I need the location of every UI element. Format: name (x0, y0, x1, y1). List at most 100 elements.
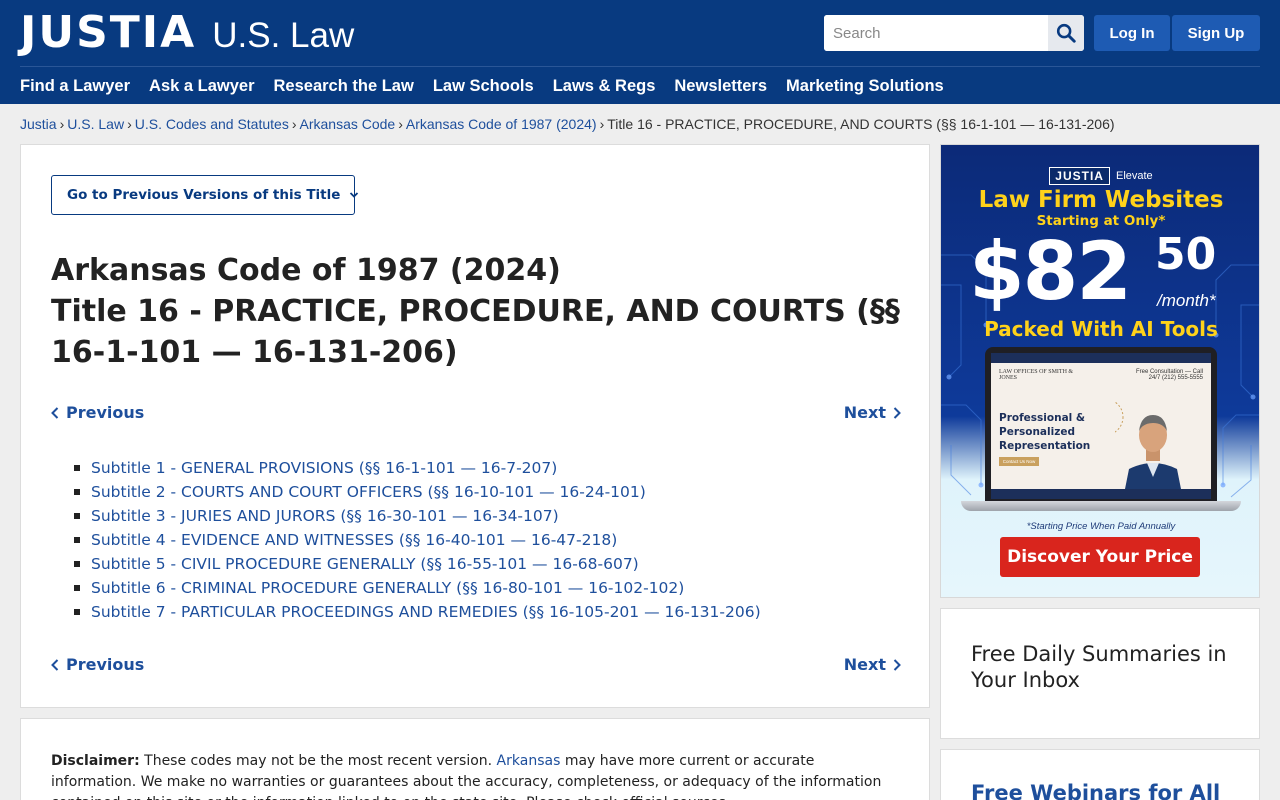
pager-bottom: Previous Next (51, 653, 901, 677)
laptop-mockup: LAW OFFICES OF SMITH & JONES Free Consul… (985, 347, 1217, 501)
nav-marketing-solutions[interactable]: Marketing Solutions (786, 74, 944, 98)
nav-newsletters[interactable]: Newsletters (674, 74, 767, 98)
pager-top: Previous Next (51, 401, 901, 425)
ad-headline: Law Firm Websites (978, 187, 1224, 213)
subtitle-link[interactable]: Subtitle 1 - GENERAL PROVISIONS (§§ 16-1… (91, 459, 557, 477)
page-title: Arkansas Code of 1987 (2024) Title 16 - … (51, 250, 901, 373)
nav-law-schools[interactable]: Law Schools (433, 74, 534, 98)
breadcrumb-justia[interactable]: Justia (20, 116, 57, 132)
previous-label: Previous (66, 655, 145, 674)
bullet (74, 537, 80, 543)
search-icon (1056, 23, 1076, 43)
bullet (74, 465, 80, 471)
newsletter-title: Free Daily Summaries in Your Inbox (971, 642, 1227, 692)
page-title-title: Title 16 - PRACTICE, PROCEDURE, AND COUR… (51, 294, 900, 370)
breadcrumb-us-codes[interactable]: U.S. Codes and Statutes (135, 116, 289, 132)
mockup-site-nav (991, 353, 1211, 363)
next-label: Next (843, 403, 886, 422)
main-content-card: Go to Previous Versions of this Title Ar… (20, 144, 930, 708)
subtitle-link[interactable]: Subtitle 3 - JURIES AND JURORS (§§ 16-30… (91, 507, 559, 525)
disclaimer-card: Disclaimer: These codes may not be the m… (20, 718, 930, 800)
mockup-phone: Free Consultation — Call 24/7 (212) 555-… (1135, 369, 1203, 381)
nav-divider (20, 66, 1260, 67)
list-item: Subtitle 5 - CIVIL PROCEDURE GENERALLY (… (74, 552, 761, 576)
breadcrumb-us-law[interactable]: U.S. Law (67, 116, 124, 132)
previous-versions-label: Go to Previous Versions of this Title (67, 187, 341, 203)
breadcrumb: Justia › U.S. Law › U.S. Codes and Statutes ›… (20, 115, 1115, 133)
subtitle-link[interactable]: Subtitle 5 - CIVIL PROCEDURE GENERALLY (… (91, 555, 639, 573)
ad-price-cents: 50 (1155, 229, 1217, 280)
next-link[interactable]: Next (844, 401, 901, 425)
chevron-right-icon (893, 659, 901, 671)
newsletter-card: Free Daily Summaries in Your Inbox (940, 608, 1260, 739)
list-item: Subtitle 1 - GENERAL PROVISIONS (§§ 16-1… (74, 456, 761, 480)
breadcrumb-separator: › (291, 116, 297, 132)
mockup-headline: Professional & Personalized Representati… (999, 412, 1091, 452)
disclaimer-state-link[interactable]: Arkansas (497, 753, 561, 769)
logo-brand: JUSTIA (20, 7, 197, 58)
breadcrumb-current: Title 16 - PRACTICE, PROCEDURE, AND COUR… (607, 116, 1115, 132)
breadcrumb-separator: › (59, 116, 65, 132)
list-item: Subtitle 6 - CRIMINAL PROCEDURE GENERALL… (74, 576, 761, 600)
discover-price-button[interactable]: Discover Your Price (1000, 537, 1200, 577)
mockup-site-footer (991, 489, 1211, 499)
search-button[interactable] (1048, 15, 1084, 51)
previous-link[interactable]: Previous (51, 401, 144, 425)
breadcrumb-arkansas-code-1987[interactable]: Arkansas Code of 1987 (2024) (406, 116, 597, 132)
search-box (824, 15, 1084, 51)
attorney-portrait-image (1115, 401, 1183, 499)
bullet (74, 609, 80, 615)
search-input[interactable] (824, 15, 1048, 51)
next-label: Next (843, 655, 886, 674)
signup-button[interactable]: Sign Up (1172, 15, 1260, 51)
webinars-card: Free Webinars for All (940, 749, 1260, 800)
previous-versions-dropdown[interactable]: Go to Previous Versions of this Title (51, 175, 359, 215)
list-item: Subtitle 7 - PARTICULAR PROCEEDINGS AND … (74, 600, 761, 624)
next-link[interactable]: Next (844, 653, 901, 677)
subtitle-list: Subtitle 1 - GENERAL PROVISIONS (§§ 16-1… (74, 456, 761, 624)
ad-tagline: Packed With AI Tools (984, 317, 1218, 341)
bullet (74, 489, 80, 495)
subtitle-link[interactable]: Subtitle 2 - COURTS AND COURT OFFICERS (… (91, 483, 646, 501)
ad-price-period: /month* (1157, 291, 1216, 310)
ad-brand-badge: JUSTIA (1049, 167, 1110, 185)
ad-fine-print: *Starting Price When Paid Annually (1026, 521, 1176, 532)
nav-research-the-law[interactable]: Research the Law (274, 74, 414, 98)
justia-logo[interactable]: JUSTIA U.S. Law (20, 10, 354, 56)
breadcrumb-separator: › (599, 116, 605, 132)
subtitle-link[interactable]: Subtitle 7 - PARTICULAR PROCEEDINGS AND … (91, 603, 761, 621)
subtitle-link[interactable]: Subtitle 6 - CRIMINAL PROCEDURE GENERALL… (91, 579, 684, 597)
list-item: Subtitle 2 - COURTS AND COURT OFFICERS (… (74, 480, 761, 504)
nav-find-a-lawyer[interactable]: Find a Lawyer (20, 74, 130, 98)
breadcrumb-separator: › (398, 116, 403, 132)
ad-brand-tag: JUSTIA Elevate (941, 167, 1259, 185)
mockup-firm-name: LAW OFFICES OF SMITH & JONES (999, 369, 1074, 381)
disclaimer-label: Disclaimer: (51, 753, 140, 769)
breadcrumb-arkansas-code[interactable]: Arkansas Code (300, 116, 396, 132)
subtitle-link[interactable]: Subtitle 4 - EVIDENCE AND WITNESSES (§§ … (91, 531, 617, 549)
bullet (74, 561, 80, 567)
disclaimer-text-before: These codes may not be the most recent v… (139, 753, 497, 769)
page-title-code: Arkansas Code of 1987 (2024) (51, 253, 561, 288)
previous-label: Previous (66, 403, 145, 422)
logo-subtitle: U.S. Law (212, 16, 355, 55)
disclaimer-text: Disclaimer: These codes may not be the m… (51, 751, 901, 800)
chevron-right-icon (893, 407, 901, 419)
webinars-title[interactable]: Free Webinars for All (971, 780, 1241, 800)
login-button[interactable]: Log In (1094, 15, 1170, 51)
justia-elevate-ad[interactable]: JUSTIA Elevate Law Firm Websites Startin… (940, 144, 1260, 598)
ad-price-dollars: $82 (969, 225, 1132, 318)
previous-link[interactable]: Previous (51, 653, 144, 677)
list-item: Subtitle 4 - EVIDENCE AND WITNESSES (§§ … (74, 528, 761, 552)
chevron-left-icon (51, 407, 59, 419)
list-item: Subtitle 3 - JURIES AND JURORS (§§ 16-30… (74, 504, 761, 528)
nav-laws-regs[interactable]: Laws & Regs (553, 74, 656, 98)
nav-ask-a-lawyer[interactable]: Ask a Lawyer (149, 74, 254, 98)
breadcrumb-separator: › (127, 116, 132, 132)
site-header: JUSTIA U.S. Law Log In Sign Up Find a La… (0, 0, 1280, 104)
chevron-down-icon (349, 190, 359, 200)
ad-brand-suffix: Elevate (1115, 170, 1153, 182)
laptop-base (961, 501, 1241, 511)
laptop-screen: LAW OFFICES OF SMITH & JONES Free Consul… (991, 353, 1211, 499)
chevron-left-icon (51, 659, 59, 671)
